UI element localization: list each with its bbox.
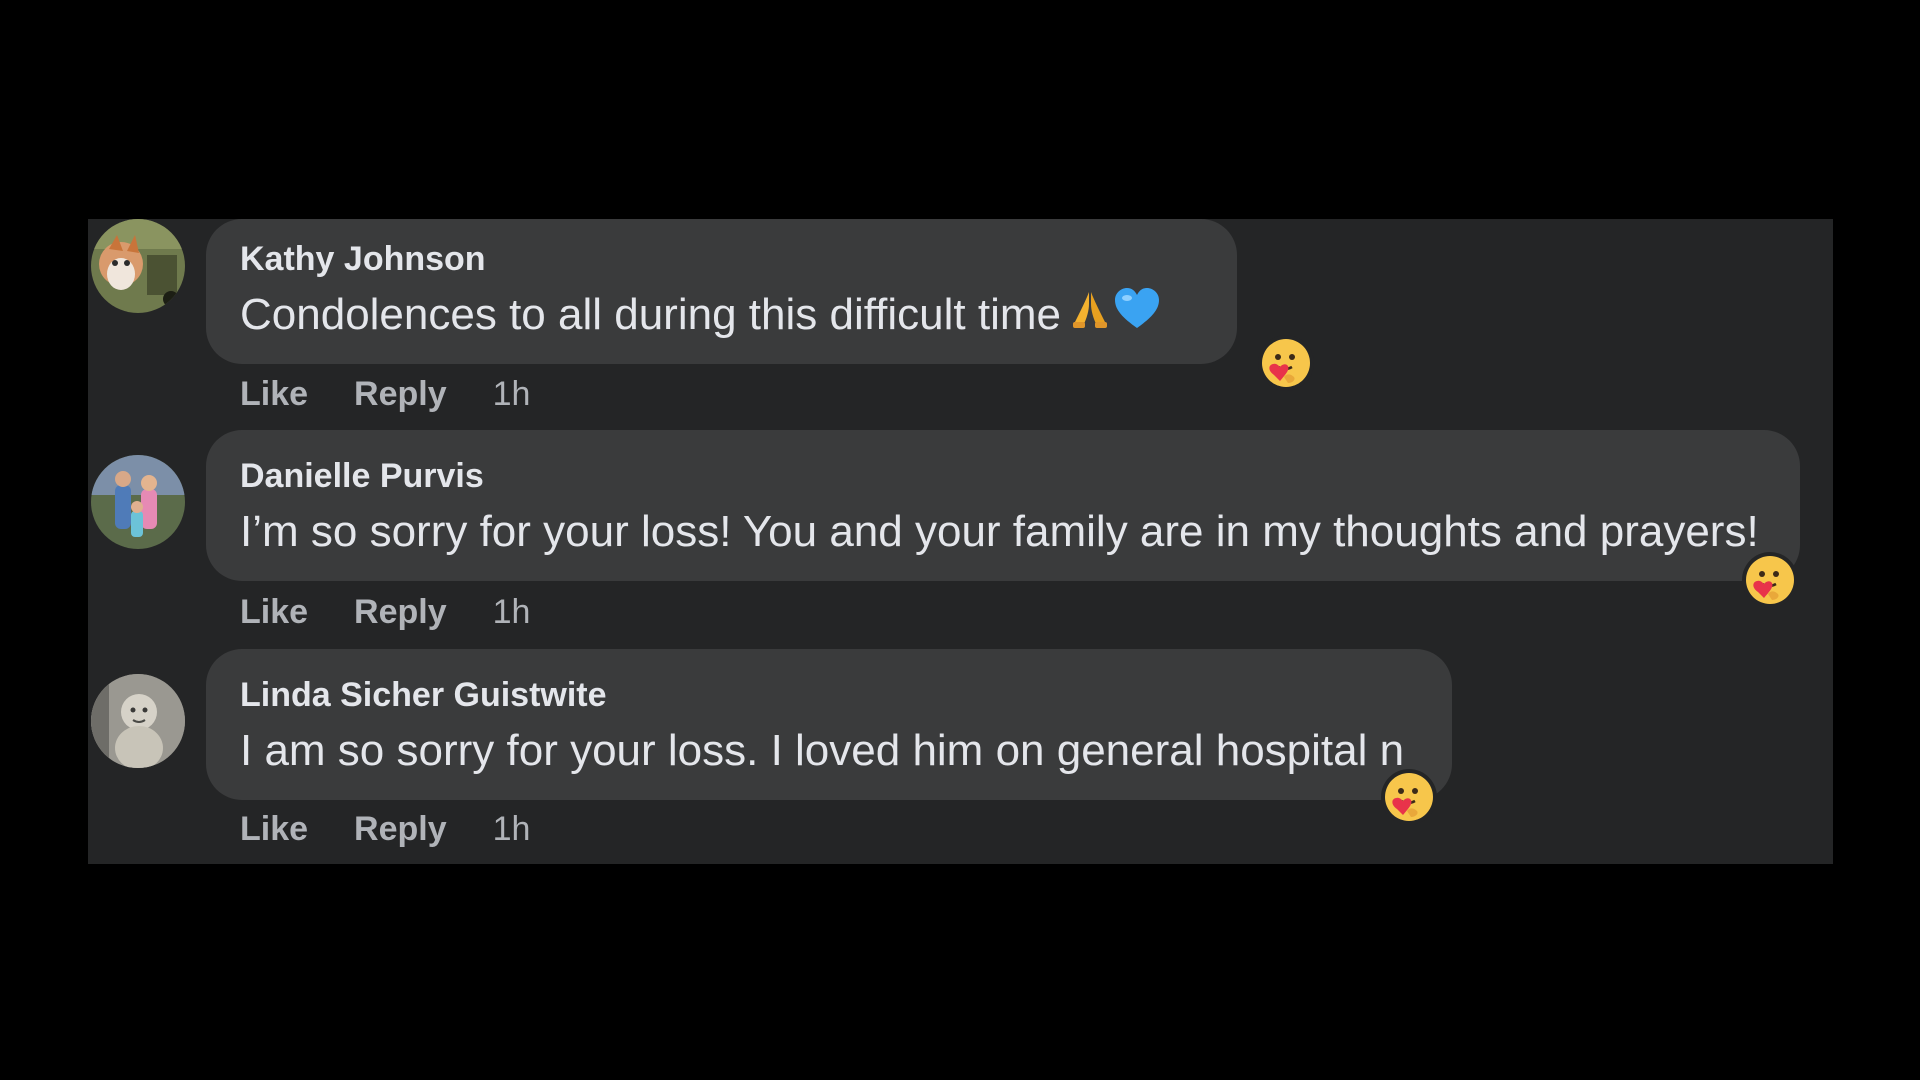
comment-bubble: Kathy Johnson Condolences to all during …	[206, 219, 1237, 364]
comment-author[interactable]: Linda Sicher Guistwite	[240, 673, 1418, 717]
comment-text: Condolences to all during this difficult…	[240, 285, 1203, 348]
comment-timestamp[interactable]: 1h	[493, 810, 531, 849]
reaction-badge[interactable]	[1381, 769, 1437, 825]
comment-bubble: Linda Sicher Guistwite I am so sorry for…	[206, 649, 1452, 800]
reply-button[interactable]: Reply	[354, 593, 447, 632]
comment-actions: Like Reply 1h	[240, 807, 530, 851]
avatar[interactable]	[91, 674, 185, 768]
like-button[interactable]: Like	[240, 810, 308, 849]
comment-author[interactable]: Kathy Johnson	[240, 237, 1203, 281]
reply-button[interactable]: Reply	[354, 375, 447, 414]
care-reaction-icon	[1746, 556, 1794, 604]
folded-hands-icon	[1067, 286, 1113, 348]
comments-panel: Kathy Johnson Condolences to all during …	[88, 219, 1833, 864]
like-button[interactable]: Like	[240, 375, 308, 414]
reply-button[interactable]: Reply	[354, 810, 447, 849]
blue-heart-icon	[1113, 286, 1161, 348]
comment-bubble: Danielle Purvis I’m so sorry for your lo…	[206, 430, 1800, 581]
comment-actions: Like Reply 1h	[240, 590, 530, 634]
reaction-badge[interactable]	[1742, 552, 1798, 608]
comment-actions: Like Reply 1h	[240, 372, 530, 416]
comment-text: I am so sorry for your loss. I loved him…	[240, 726, 1405, 775]
like-button[interactable]: Like	[240, 593, 308, 632]
care-reaction-icon	[1262, 339, 1310, 387]
avatar[interactable]	[91, 219, 185, 313]
avatar[interactable]	[91, 455, 185, 549]
reaction-badge[interactable]	[1258, 335, 1314, 391]
comment-text: I’m so sorry for your loss! You and your…	[240, 507, 1759, 556]
comment-timestamp[interactable]: 1h	[493, 375, 531, 414]
care-reaction-icon	[1385, 773, 1433, 821]
comment-timestamp[interactable]: 1h	[493, 593, 531, 632]
comment-author[interactable]: Danielle Purvis	[240, 454, 1766, 498]
